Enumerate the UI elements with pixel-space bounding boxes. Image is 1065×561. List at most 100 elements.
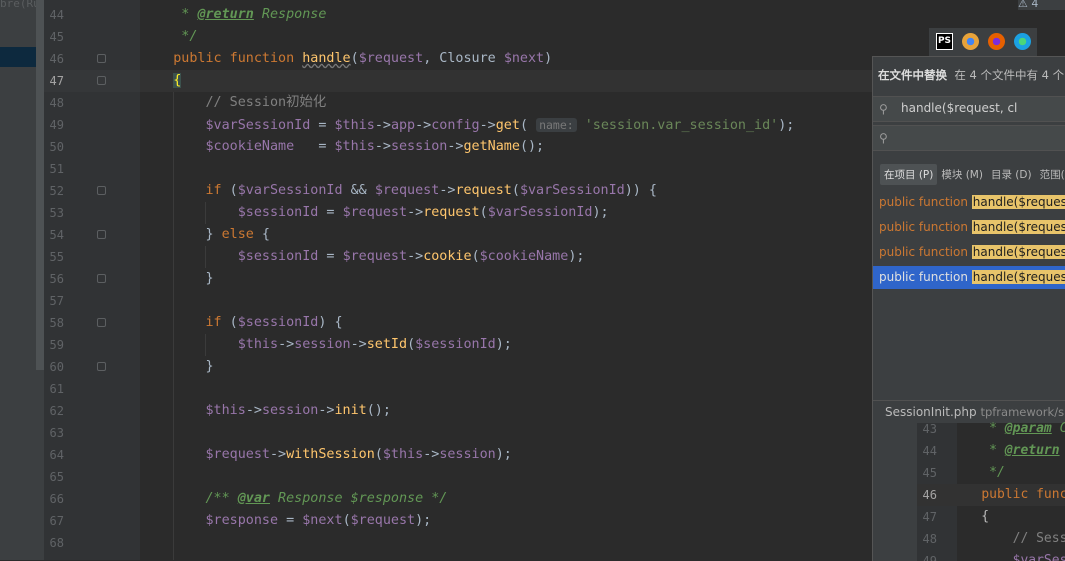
tree-selected-row[interactable] — [0, 47, 36, 67]
search-icon-replace[interactable]: ⚲ — [879, 131, 888, 145]
chrome-icon[interactable] — [962, 33, 979, 50]
preview-line-number: 49 — [922, 554, 937, 561]
line-number[interactable]: 50 — [44, 136, 64, 158]
code-token: Closu — [1052, 421, 1065, 436]
line-number[interactable]: 47 — [44, 70, 64, 92]
code-line[interactable]: 48 // Session初始化 — [44, 92, 874, 114]
line-number[interactable]: 45 — [44, 26, 64, 48]
line-number[interactable]: 49 — [44, 114, 64, 136]
line-number[interactable]: 65 — [44, 466, 64, 488]
code-token: $request — [350, 513, 416, 528]
result-prefix: public function — [879, 220, 972, 234]
preview-line-number: 43 — [922, 422, 937, 436]
code-line[interactable]: 63 — [44, 422, 874, 444]
code-line[interactable]: 55 $sessionId = $request->cookie($cookie… — [44, 246, 874, 268]
scope-tab[interactable]: 范围(S) — [1036, 164, 1065, 185]
fold-marker-icon[interactable] — [97, 76, 106, 85]
line-number[interactable]: 61 — [44, 378, 64, 400]
line-number[interactable]: 54 — [44, 224, 64, 246]
replace-input[interactable] — [901, 128, 1061, 146]
fold-marker-icon[interactable] — [97, 362, 106, 371]
code-token: -> — [270, 447, 287, 462]
scope-tab[interactable]: 在项目 (P) — [880, 164, 938, 185]
line-number[interactable]: 58 — [44, 312, 64, 334]
tree-scrollbar[interactable] — [36, 0, 44, 370]
code-line[interactable]: 64 $request->withSession($this->session)… — [44, 444, 874, 466]
code-line[interactable]: 68 — [44, 532, 874, 554]
code-token: -> — [423, 447, 440, 462]
code-line[interactable]: 59 $this->session->setId($sessionId); — [44, 334, 874, 356]
code-preview[interactable]: 43 * @param Closu44 * @return Resp45 */4… — [917, 421, 1065, 561]
scope-tab[interactable]: 模块 (M) — [937, 164, 987, 185]
fold-marker-icon[interactable] — [97, 274, 106, 283]
code-line[interactable]: 61 — [44, 378, 874, 400]
warning-counter[interactable]: ⚠ 4 — [1018, 0, 1065, 10]
line-number[interactable]: 46 — [44, 48, 64, 70]
result-row[interactable]: public function handle($request, — [873, 266, 1065, 289]
code-token: $this — [382, 447, 424, 462]
line-number[interactable]: 52 — [44, 180, 64, 202]
line-number[interactable]: 68 — [44, 532, 64, 554]
edge-icon[interactable] — [1014, 33, 1031, 50]
code-token: $request — [374, 183, 440, 198]
line-number[interactable]: 59 — [44, 334, 64, 356]
preview-code-text: * @return Resp — [950, 440, 1065, 462]
code-line[interactable]: 46 public function handle($request, Clos… — [44, 48, 874, 70]
code-line[interactable]: 53 $sessionId = $request->request($varSe… — [44, 202, 874, 224]
search-field: ⚲ — [873, 96, 1065, 122]
code-text: $this->session->init(); — [141, 400, 391, 422]
code-line[interactable]: 57 — [44, 290, 874, 312]
line-number[interactable]: 64 — [44, 444, 64, 466]
line-number[interactable]: 48 — [44, 92, 64, 114]
result-row[interactable]: public function handle($request, — [873, 241, 1065, 264]
code-token: ( — [342, 513, 351, 528]
code-token: $this — [205, 403, 246, 418]
firefox-icon[interactable] — [988, 33, 1005, 50]
result-row[interactable]: public function handle($request, — [873, 191, 1065, 214]
code-line[interactable]: 45 */ — [44, 26, 874, 48]
code-token: $sessionId — [237, 205, 319, 220]
line-number[interactable]: 53 — [44, 202, 64, 224]
code-line[interactable]: 50 $cookieName = $this->session->getName… — [44, 136, 874, 158]
line-number[interactable]: 56 — [44, 268, 64, 290]
code-line[interactable]: 56 } — [44, 268, 874, 290]
scope-tab[interactable]: 目录 (D) — [987, 164, 1036, 185]
code-line[interactable]: 54 } else { — [44, 224, 874, 246]
fold-marker-icon[interactable] — [97, 54, 106, 63]
fold-marker-icon[interactable] — [97, 186, 106, 195]
line-number[interactable]: 44 — [44, 4, 64, 26]
panel-title-row: 在文件中替换 在 4 个文件中有 4 个匹 — [878, 67, 1065, 83]
line-number[interactable]: 55 — [44, 246, 64, 268]
code-line[interactable]: 52 if ($varSessionId && $request->reques… — [44, 180, 874, 202]
code-token: getName — [463, 139, 520, 154]
phpstorm-icon[interactable]: PS — [936, 33, 953, 50]
line-number[interactable]: 63 — [44, 422, 64, 444]
line-number[interactable]: 51 — [44, 158, 64, 180]
code-line[interactable]: 60 } — [44, 356, 874, 378]
code-line[interactable]: 67 $response = $next($request); — [44, 510, 874, 532]
fold-marker-icon[interactable] — [97, 230, 106, 239]
code-token: ( — [221, 315, 238, 330]
code-token: $this — [237, 337, 279, 352]
code-line[interactable]: 66 /** @var Response $response */ — [44, 488, 874, 510]
code-token: = — [294, 139, 335, 154]
code-line[interactable]: 44 * @return Response — [44, 4, 874, 26]
result-row[interactable]: public function handle($request, — [873, 216, 1065, 239]
code-text: public function handle($request, Closure… — [141, 48, 552, 70]
search-icon[interactable]: ⚲ — [879, 102, 888, 116]
code-line[interactable]: 62 $this->session->init(); — [44, 400, 874, 422]
line-number[interactable]: 66 — [44, 488, 64, 510]
code-line[interactable]: 47 { — [44, 70, 874, 92]
code-line[interactable]: 49 $varSessionId = $this->app->config->g… — [44, 114, 874, 136]
line-number[interactable]: 67 — [44, 510, 64, 532]
code-line[interactable]: 58 if ($sessionId) { — [44, 312, 874, 334]
code-line[interactable]: 65 — [44, 466, 874, 488]
code-token: $cookieName — [479, 249, 569, 264]
line-number[interactable]: 60 — [44, 356, 64, 378]
code-line[interactable]: 51 — [44, 158, 874, 180]
fold-marker-icon[interactable] — [97, 318, 106, 327]
line-number[interactable]: 57 — [44, 290, 64, 312]
line-number[interactable]: 62 — [44, 400, 64, 422]
search-input[interactable] — [901, 99, 1061, 117]
